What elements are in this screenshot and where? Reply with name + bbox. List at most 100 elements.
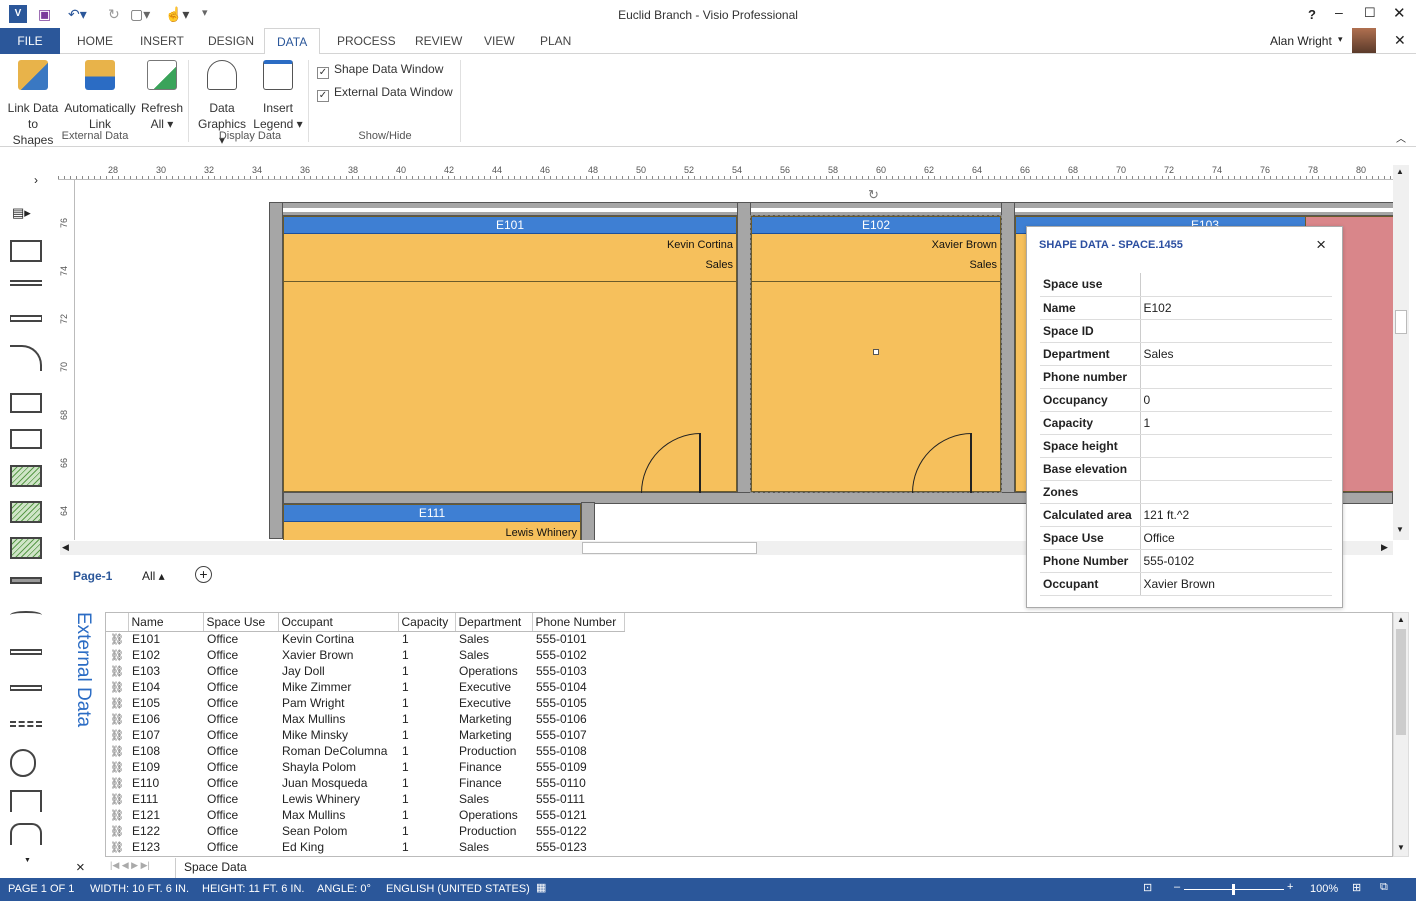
vertical-scrollbar[interactable]: ▲ ▼ — [1393, 165, 1409, 540]
tab-home[interactable]: HOME — [65, 28, 125, 54]
sheet-nav-icons[interactable]: |◀ ◀ ▶ ▶| — [110, 860, 150, 871]
property-value[interactable]: 0 — [1140, 388, 1332, 412]
tab-insert[interactable]: INSERT — [128, 28, 196, 54]
property-value[interactable]: Office — [1140, 526, 1332, 550]
zoom-out-button[interactable]: – — [1174, 881, 1180, 893]
wall-segment-icon[interactable] — [10, 315, 42, 322]
wall[interactable] — [737, 202, 751, 502]
table-row[interactable]: ⛓ E105 Office Pam Wright 1 Executive 555-0105 — [106, 695, 624, 711]
table-row[interactable]: ⛓ E122 Office Sean Polom 1 Production 555-0122 — [106, 823, 624, 839]
wall-shape-icon[interactable] — [10, 280, 42, 286]
room-e102[interactable]: E102 Xavier Brown Sales — [750, 215, 1002, 493]
external-data-window-checkbox[interactable]: ✓ External Data Window — [317, 85, 453, 102]
scroll-down-icon[interactable]: ▼ — [1397, 843, 1405, 852]
scroll-up-icon[interactable]: ▲ — [1397, 615, 1405, 624]
property-value[interactable] — [1140, 480, 1332, 504]
add-page-button[interactable]: + — [195, 566, 212, 583]
automatically-link-button[interactable]: Automatically Link — [62, 60, 138, 132]
property-value[interactable] — [1140, 365, 1332, 389]
table-row[interactable]: ⛓ E110 Office Juan Mosqueda 1 Finance 555-0110 — [106, 775, 624, 791]
switch-windows-icon[interactable]: ⧉ — [1380, 881, 1388, 894]
dashed-wall-icon[interactable] — [10, 721, 42, 727]
column-header[interactable]: Department — [455, 613, 533, 632]
tab-process[interactable]: PROCESS — [325, 28, 408, 54]
column-header[interactable]: Name — [128, 613, 204, 632]
scroll-left-icon[interactable]: ◀ — [62, 542, 69, 553]
stencil-menu-icon[interactable]: ▤▸ — [12, 205, 31, 221]
m-curved-shape-icon[interactable] — [10, 823, 42, 845]
tab-review[interactable]: REVIEW — [403, 28, 474, 54]
close-window-button[interactable]: ✕ — [1393, 4, 1406, 22]
space-shape-icon[interactable] — [10, 240, 42, 262]
property-value[interactable]: Xavier Brown — [1140, 572, 1332, 596]
column-header[interactable]: Capacity — [398, 613, 456, 632]
table-row[interactable]: ⛓ E111 Office Lewis Whinery 1 Sales 555-0111 — [106, 791, 624, 807]
property-value[interactable]: 555-0102 — [1140, 549, 1332, 573]
property-value[interactable] — [1140, 457, 1332, 481]
wall[interactable] — [269, 202, 283, 539]
refresh-all-button[interactable]: Refresh All ▾ — [141, 60, 183, 132]
curved-wall-icon[interactable] — [10, 611, 42, 619]
property-value[interactable]: E102 — [1140, 296, 1332, 320]
table-row[interactable]: ⛓ E107 Office Mike Minsky 1 Marketing 555-0107 — [106, 727, 624, 743]
insert-legend-button[interactable]: Insert Legend ▾ — [253, 60, 303, 132]
wall[interactable] — [581, 502, 595, 540]
sheet-tab-space-data[interactable]: Space Data — [175, 858, 255, 878]
scroll-up-icon[interactable]: ▲ — [1396, 167, 1404, 176]
language[interactable]: ENGLISH (UNITED STATES) — [386, 883, 530, 895]
zoom-slider-thumb[interactable] — [1232, 884, 1235, 895]
zoom-in-button[interactable]: + — [1287, 881, 1293, 893]
presentation-mode-icon[interactable]: ⊡ — [1143, 881, 1152, 894]
scroll-thumb[interactable] — [1395, 310, 1407, 334]
property-value[interactable]: 1 — [1140, 411, 1332, 435]
table-row[interactable]: ⛓ E101 Office Kevin Cortina 1 Sales 555-0101 — [106, 631, 624, 647]
table-row[interactable]: ⛓ E103 Office Jay Doll 1 Operations 555-0103 — [106, 663, 624, 679]
scroll-thumb[interactable] — [582, 542, 757, 554]
minimize-button[interactable]: – — [1335, 4, 1343, 20]
close-document-button[interactable]: ✕ — [1394, 32, 1406, 49]
table-row[interactable]: ⛓ E108 Office Roman DeColumna 1 Production 555… — [106, 743, 624, 759]
shape-width[interactable]: WIDTH: 10 FT. 6 IN. — [90, 883, 189, 895]
table-row[interactable]: ⛓ E106 Office Max Mullins 1 Marketing 555-0106 — [106, 711, 624, 727]
hatched-room-icon[interactable] — [10, 465, 42, 487]
column-header[interactable]: Occupant — [278, 613, 399, 632]
fit-page-icon[interactable]: ⊞ — [1352, 881, 1361, 894]
wall-joint-icon[interactable] — [10, 685, 42, 691]
column-header[interactable]: Phone Number — [532, 613, 625, 632]
column-header[interactable]: Space Use — [203, 613, 279, 632]
scroll-down-icon[interactable]: ▼ — [1396, 525, 1404, 534]
hatched-l-room-icon[interactable] — [10, 501, 42, 523]
column-shape-icon[interactable] — [10, 749, 36, 777]
stencil-scroll-down-icon[interactable]: ▼ — [24, 857, 31, 864]
selection-handle[interactable] — [873, 349, 879, 355]
tab-plan[interactable]: PLAN — [528, 28, 583, 54]
wall[interactable] — [269, 202, 1393, 216]
l-room-icon[interactable] — [10, 393, 42, 413]
zoom-level[interactable]: 100% — [1310, 883, 1338, 895]
expand-shapes-chevron-icon[interactable]: › — [34, 173, 38, 187]
wall[interactable] — [1001, 202, 1015, 502]
window-shape-icon[interactable] — [10, 577, 42, 584]
shape-angle[interactable]: ANGLE: 0° — [317, 883, 371, 895]
rotation-handle-icon[interactable]: ↻ — [868, 187, 879, 203]
page-count[interactable]: PAGE 1 OF 1 — [8, 883, 74, 895]
close-icon[interactable]: × — [1316, 235, 1326, 255]
all-pages-button[interactable]: All ▴ — [142, 569, 165, 583]
wall-joint-icon[interactable] — [10, 649, 42, 655]
user-name[interactable]: Alan Wright — [1270, 34, 1332, 48]
page-tab-page-1[interactable]: Page-1 — [73, 569, 112, 583]
door-shape-icon[interactable] — [10, 345, 42, 371]
property-value[interactable] — [1140, 319, 1332, 343]
macro-record-icon[interactable]: ▦ — [536, 881, 546, 894]
hatched-t-room-icon[interactable] — [10, 537, 42, 559]
avatar[interactable] — [1352, 28, 1376, 53]
tab-file[interactable]: FILE — [0, 28, 60, 54]
user-menu-chevron-icon[interactable]: ▾ — [1338, 34, 1343, 45]
tab-view[interactable]: VIEW — [472, 28, 527, 54]
shape-height[interactable]: HEIGHT: 11 FT. 6 IN. — [202, 883, 305, 895]
grid-vertical-scrollbar[interactable]: ▲ ▼ — [1393, 612, 1409, 857]
shape-data-window-checkbox[interactable]: ✓ Shape Data Window — [317, 62, 443, 79]
table-row[interactable]: ⛓ E104 Office Mike Zimmer 1 Executive 555-0104 — [106, 679, 624, 695]
table-row[interactable]: ⛓ E109 Office Shayla Polom 1 Finance 555-0109 — [106, 759, 624, 775]
table-row[interactable]: ⛓ E121 Office Max Mullins 1 Operations 555-012… — [106, 807, 624, 823]
